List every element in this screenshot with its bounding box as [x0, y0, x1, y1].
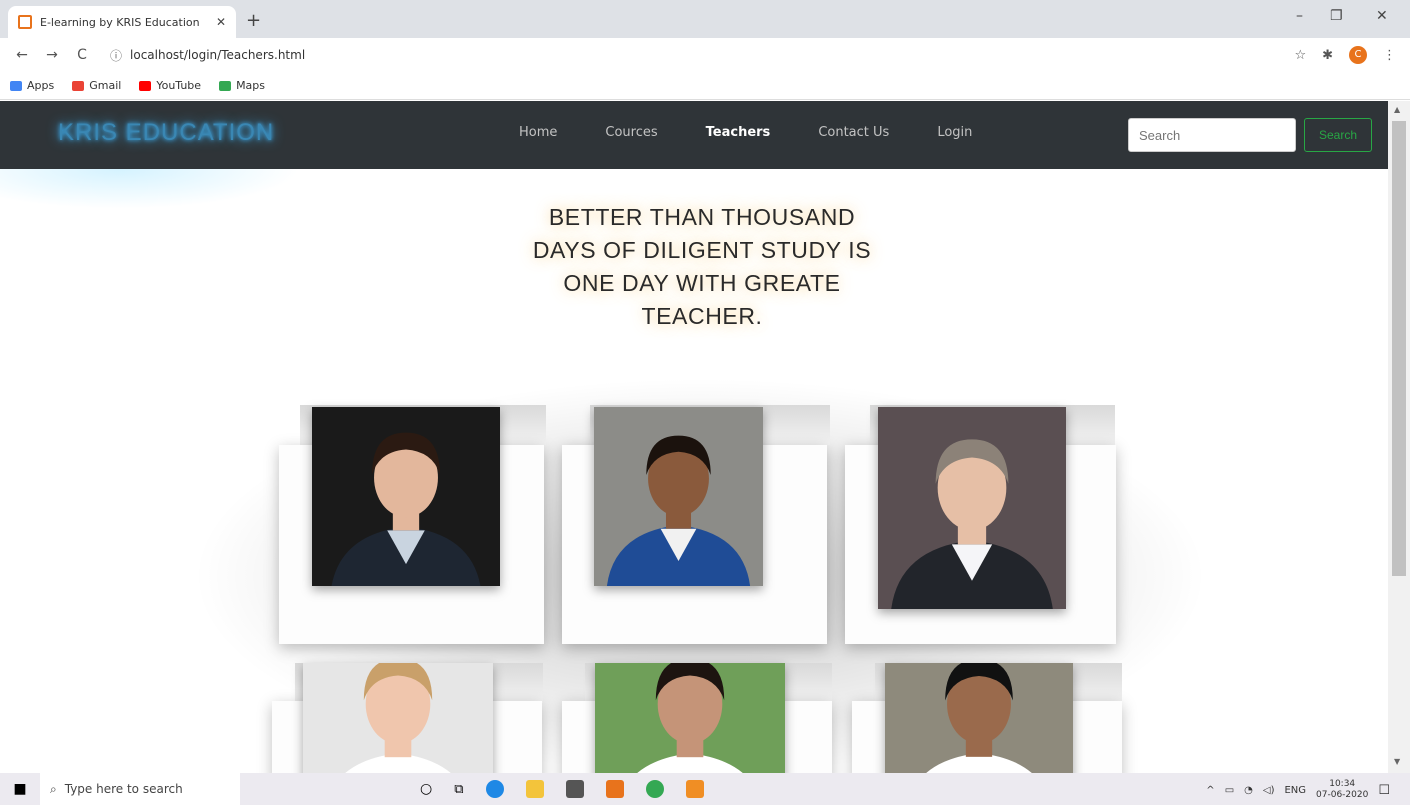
volume-icon[interactable]: ◁)	[1263, 785, 1275, 796]
brand-logo[interactable]: KRIS EDUCATION	[58, 119, 274, 147]
tab-close-icon[interactable]: ✕	[216, 15, 226, 29]
bookmarks-bar: Apps Gmail YouTube Maps	[0, 72, 1410, 100]
browser-tab-bar: E-learning by KRIS Education ✕ + – ❐ ✕	[0, 0, 1410, 38]
tray-chevron-icon[interactable]: ^	[1206, 785, 1214, 796]
scroll-up-icon[interactable]: ▲	[1394, 105, 1400, 114]
notification-icon[interactable]: ☐	[1378, 783, 1390, 798]
page-viewport: KRIS EDUCATION Home Cources Teachers Con…	[0, 101, 1388, 773]
chrome-icon[interactable]	[645, 780, 664, 798]
taskbar-search[interactable]: ⌕ Type here to search	[40, 773, 240, 805]
nav-contact-us[interactable]: Contact Us	[818, 125, 889, 140]
apps-grid-icon	[10, 80, 22, 91]
teacher-photo-6	[885, 663, 1073, 773]
site-navbar: KRIS EDUCATION Home Cources Teachers Con…	[0, 101, 1388, 169]
teacher-photo-4	[303, 663, 493, 773]
url-text: localhost/login/Teachers.html	[130, 48, 306, 62]
file-explorer-icon[interactable]	[525, 780, 544, 798]
task-view-icon[interactable]: ⧉	[454, 782, 463, 797]
quote-line-3: ONE DAY WITH GREATE	[563, 270, 841, 296]
maps-icon	[219, 80, 232, 91]
nav-login[interactable]: Login	[937, 125, 972, 140]
search-input[interactable]	[1128, 118, 1296, 152]
quote-line-1: BETTER THAN THOUSAND	[548, 204, 856, 230]
profile-avatar[interactable]: C	[1349, 46, 1367, 64]
search-button[interactable]: Search	[1304, 118, 1372, 152]
address-bar: ← → C ⓘ localhost/login/Teachers.html ☆ …	[0, 38, 1410, 72]
system-tray: ^ ▭ ◔ ◁) ENG 10:34 07-06-2020 ☐	[1206, 779, 1390, 801]
search-icon: ⌕	[50, 781, 57, 796]
bookmark-star-icon[interactable]: ☆	[1294, 48, 1306, 63]
teacher-photo-2	[594, 407, 763, 586]
scroll-thumb[interactable]	[1392, 121, 1406, 576]
main-menu: Home Cources Teachers Contact Us Login	[519, 125, 1020, 140]
network-icon[interactable]: ◔	[1244, 785, 1253, 796]
favicon-icon	[18, 15, 32, 29]
scroll-down-icon[interactable]: ▼	[1394, 757, 1400, 766]
tab-title: E-learning by KRIS Education	[40, 15, 200, 29]
browser-tab[interactable]: E-learning by KRIS Education ✕	[8, 6, 236, 38]
bookmark-gmail[interactable]: Gmail	[72, 79, 121, 92]
new-tab-button[interactable]: +	[246, 10, 261, 31]
bookmark-maps[interactable]: Maps	[219, 79, 265, 92]
nav-teachers[interactable]: Teachers	[706, 125, 771, 140]
close-window-button[interactable]: ✕	[1376, 8, 1388, 24]
back-button[interactable]: ←	[14, 47, 30, 63]
clock[interactable]: 10:34 07-06-2020	[1316, 779, 1368, 801]
quote-line-2: DAYS OF DILIGENT STUDY IS	[532, 237, 872, 263]
reload-button[interactable]: C	[74, 47, 90, 63]
bookmark-apps[interactable]: Apps	[10, 79, 54, 92]
minimize-button[interactable]: –	[1296, 8, 1303, 24]
cortana-icon[interactable]: ○	[420, 781, 432, 797]
bookmark-youtube[interactable]: YouTube	[139, 79, 201, 92]
gmail-icon	[72, 80, 85, 91]
office-icon[interactable]	[605, 780, 624, 798]
youtube-icon	[139, 80, 152, 91]
teacher-photo-1	[312, 407, 500, 586]
extensions-icon[interactable]: ✱	[1322, 48, 1333, 63]
mail-icon[interactable]	[565, 780, 584, 798]
quote-line-4: TEACHER.	[641, 303, 763, 329]
windows-start-icon[interactable]: ■	[0, 781, 40, 797]
teacher-photo-5	[595, 663, 785, 773]
teacher-photo-3	[878, 407, 1066, 609]
page-scrollbar[interactable]: ▲ ▼	[1388, 101, 1410, 773]
page-quote: BETTER THAN THOUSAND DAYS OF DILIGENT ST…	[494, 201, 910, 333]
nav-home[interactable]: Home	[519, 125, 557, 140]
browser-menu-icon[interactable]: ⋮	[1383, 48, 1396, 63]
nav-cources[interactable]: Cources	[605, 125, 657, 140]
forward-button[interactable]: →	[44, 47, 60, 63]
battery-icon[interactable]: ▭	[1225, 785, 1234, 796]
restore-button[interactable]: ❐	[1330, 8, 1343, 24]
windows-taskbar: ■ ⌕ Type here to search ○ ⧉ ^ ▭ ◔ ◁) ENG…	[0, 773, 1410, 805]
info-icon[interactable]: ⓘ	[110, 47, 122, 64]
url-field[interactable]: ⓘ localhost/login/Teachers.html	[110, 43, 1260, 67]
edge-icon[interactable]	[485, 780, 504, 798]
language-indicator[interactable]: ENG	[1284, 785, 1306, 796]
sublime-icon[interactable]	[685, 780, 704, 798]
